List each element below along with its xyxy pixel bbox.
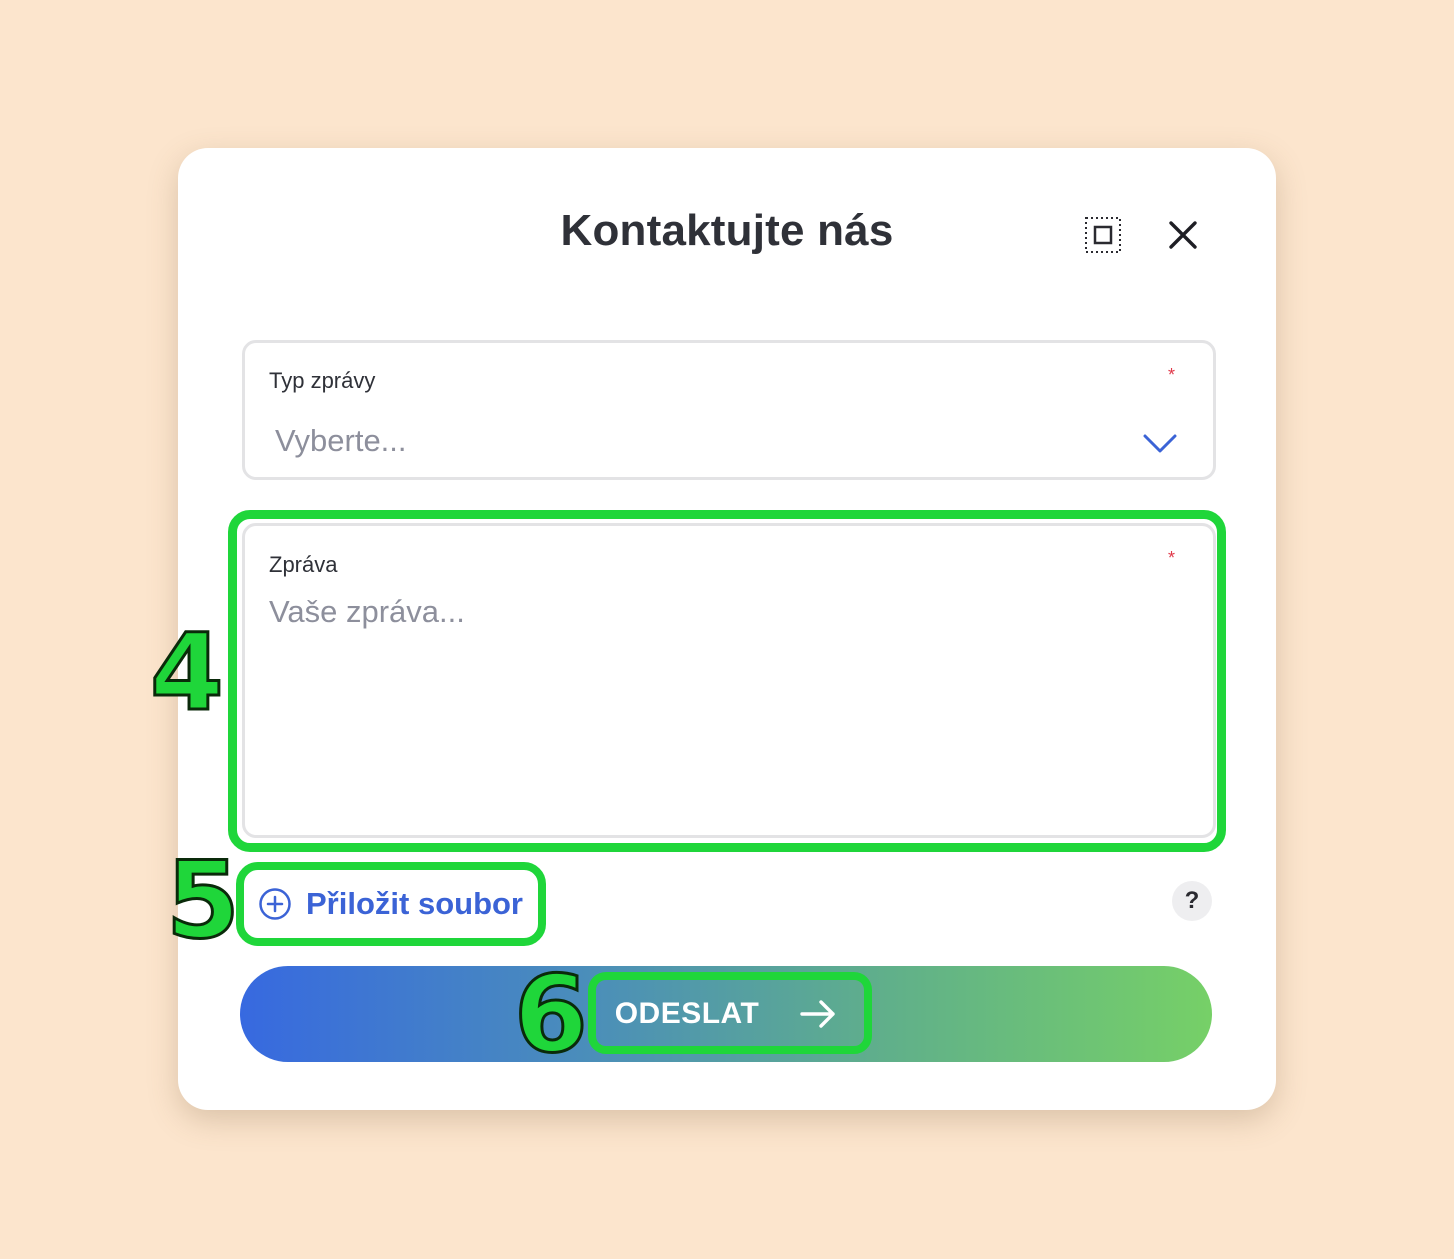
help-button[interactable]: ? <box>1172 881 1212 921</box>
message-label: Zpráva <box>269 552 338 577</box>
annotation-number-4: 4 <box>149 611 226 734</box>
annotation-number-6: 6 <box>513 953 590 1076</box>
attach-file-button[interactable]: Přiložit soubor <box>258 886 523 922</box>
attach-file-label: Přiložit soubor <box>306 886 523 921</box>
annotation-number-5: 5 <box>165 839 242 962</box>
required-mark: * <box>1167 365 1175 385</box>
message-type-select[interactable]: Typ zprávy * Vyberte... <box>242 340 1216 480</box>
contact-dialog: Kontaktujte nás Typ zprávy * Vyberte... … <box>178 148 1276 1110</box>
submit-button[interactable]: ODESLAT <box>240 966 1212 1062</box>
required-mark: * <box>1167 548 1175 568</box>
submit-label: ODESLAT <box>614 997 760 1030</box>
chevron-down-icon[interactable] <box>1143 433 1177 455</box>
message-type-placeholder: Vyberte... <box>275 423 407 458</box>
plus-circle-icon <box>259 888 291 920</box>
message-placeholder: Vaše zpráva... <box>269 594 465 629</box>
message-type-label: Typ zprávy <box>269 368 376 393</box>
arrow-right-icon <box>800 1000 835 1028</box>
close-icon[interactable] <box>1162 214 1204 256</box>
message-textarea[interactable]: Zpráva * Vaše zpráva... <box>242 523 1216 838</box>
expand-icon[interactable] <box>1082 214 1124 256</box>
